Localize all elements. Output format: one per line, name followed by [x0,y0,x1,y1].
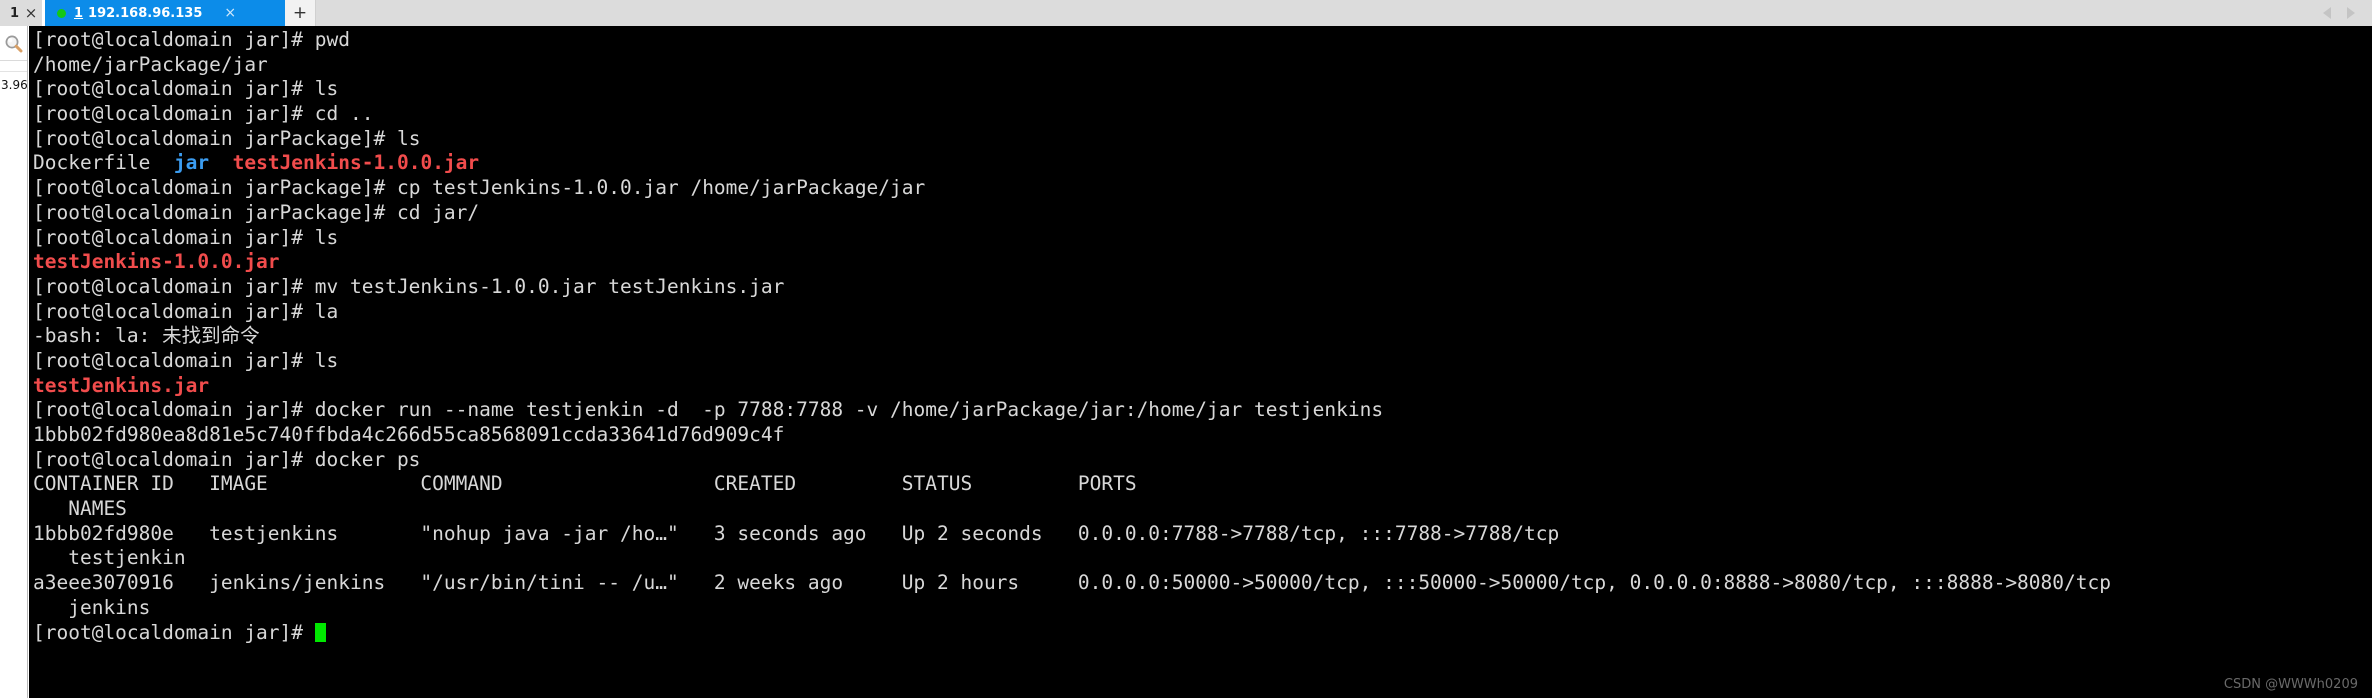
terminal-line: Dockerfile jar testJenkins-1.0.0.jar [33,151,2111,176]
shell-prompt: [root@localdomain jar]# [33,274,315,298]
shell-prompt: [root@localdomain jar]# [33,299,315,323]
terminal-line: [root@localdomain jar]# ls [33,226,2111,251]
terminal-line: NAMES [33,497,2111,522]
shell-prompt: [root@localdomain jar]# [33,28,315,51]
magnifier-icon [5,35,23,52]
ls-entry: jar [173,151,210,175]
tab-partial-close-icon[interactable]: × [20,0,42,26]
tab-partial-label: 1 [9,5,19,21]
ls-entry [209,151,232,174]
terminal-line: testJenkins.jar [33,374,2111,399]
scroll-left-icon[interactable] [2323,7,2331,19]
terminal-line: 1bbb02fd980ea8d81e5c740ffbda4c266d55ca85… [33,423,2111,448]
tab-title-label: 192.168.96.135 [88,5,203,21]
session-sidebar: 3.96. [0,26,28,698]
terminal-line: a3eee3070916 jenkins/jenkins "/usr/bin/t… [33,571,2111,596]
terminal-line: jenkins [33,596,2111,621]
terminal-line: [root@localdomain jar]# docker run --nam… [33,398,2111,423]
shell-command: la [314,299,339,323]
watermark-text: CSDN @WWWh0209 [2223,677,2358,692]
tab-index-label: 1 [74,5,84,21]
tab-192-168-96-135[interactable]: 1 192.168.96.135 × [45,0,285,26]
terminal-line: [root@localdomain jar]# ls [33,349,2111,374]
tab-scroll-controls [2306,0,2372,26]
scroll-right-icon[interactable] [2347,7,2355,19]
terminal-line: [root@localdomain jar]# cd .. [33,102,2111,127]
command-output: -bash: la: 未找到命令 [33,324,260,348]
terminal-line: [root@localdomain jar]# ls [33,77,2111,102]
terminal-line: [root@localdomain jar]# pwd [33,28,2111,53]
terminal-screen[interactable]: [root@localdomain jar]# pwd/home/jarPack… [29,26,2372,698]
shell-prompt: [root@localdomain jarPackage]# [33,126,397,150]
shell-command: docker ps [314,447,421,471]
shell-command: ls [396,126,421,150]
command-output: a3eee3070916 jenkins/jenkins "/usr/bin/t… [33,571,2111,595]
terminal-line: CONTAINER ID IMAGE COMMAND CREATED STATU… [33,472,2111,497]
shell-command: pwd [314,28,350,51]
shell-command: ls [314,348,339,372]
command-output: 1bbb02fd980ea8d81e5c740ffbda4c266d55ca85… [33,423,785,446]
shell-command: ls [314,77,339,101]
terminal-line: [root@localdomain jar]# mv testJenkins-1… [33,275,2111,300]
shell-prompt: [root@localdomain jar]# [33,620,315,644]
command-output: 1bbb02fd980e testjenkins "nohup java -ja… [33,521,1560,545]
shell-command: mv testJenkins-1.0.0.jar testJenkins.jar [314,274,785,298]
shell-prompt: [root@localdomain jar]# [33,77,315,101]
shell-prompt: [root@localdomain jar]# [33,102,315,126]
ls-entry: testJenkins-1.0.0.jar [33,250,280,274]
shell-prompt: [root@localdomain jar]# [33,225,315,249]
terminal-line: [root@localdomain jar]# la [33,300,2111,325]
connection-status-dot-icon [57,8,66,18]
terminal-line: [root@localdomain jarPackage]# cd jar/ [33,201,2111,226]
shell-prompt: [root@localdomain jar]# [33,447,315,471]
shell-command: cd jar/ [396,200,480,224]
terminal-line: [root@localdomain jar]# [33,621,2111,646]
command-output: /home/jarPackage/jar [33,52,268,76]
sidebar-divider [0,61,27,72]
terminal-scrollbar[interactable] [2368,26,2372,698]
shell-command: cd .. [314,102,374,126]
command-output: CONTAINER ID IMAGE COMMAND CREATED STATU… [33,472,1137,496]
terminal-line: [root@localdomain jarPackage]# cp testJe… [33,176,2111,201]
new-tab-button[interactable]: + [285,0,316,26]
tab-strip: 1 × 1 192.168.96.135 × + [0,0,2372,26]
terminal-line: testjenkin [33,546,2111,571]
ls-entry [150,151,173,174]
shell-command: ls [314,225,339,249]
terminal-line: -bash: la: 未找到命令 [33,324,2111,349]
tab-partial-previous[interactable]: 1 [0,0,20,26]
terminal-line: /home/jarPackage/jar [33,53,2111,78]
shell-prompt: [root@localdomain jarPackage]# [33,200,397,224]
shell-command: docker run --name testjenkin -d -p 7788:… [314,398,1384,422]
command-output: jenkins [33,595,151,619]
shell-prompt: [root@localdomain jarPackage]# [33,176,397,200]
terminal-line: 1bbb02fd980e testjenkins "nohup java -ja… [33,522,2111,547]
shell-command: cp testJenkins-1.0.0.jar /home/jarPackag… [396,176,926,200]
terminal-cursor [314,622,326,642]
shell-prompt: [root@localdomain jar]# [33,398,315,422]
ls-entry: testJenkins.jar [33,373,210,397]
ls-entry: Dockerfile [33,151,151,175]
sidebar-session-entry[interactable]: 3.96. [0,72,27,98]
terminal-line: testJenkins-1.0.0.jar [33,250,2111,275]
shell-prompt: [root@localdomain jar]# [33,348,315,372]
terminal-line: [root@localdomain jarPackage]# ls [33,127,2111,152]
tab-close-icon[interactable]: × [224,5,236,21]
ls-entry: testJenkins-1.0.0.jar [232,151,480,175]
terminal-line: [root@localdomain jar]# docker ps [33,448,2111,473]
sidebar-search-button[interactable] [0,26,27,61]
command-output: NAMES [33,497,127,521]
command-output: testjenkin [33,546,186,570]
terminal-output: [root@localdomain jar]# pwd/home/jarPack… [33,28,2111,645]
tab-strip-filler [316,0,2306,26]
